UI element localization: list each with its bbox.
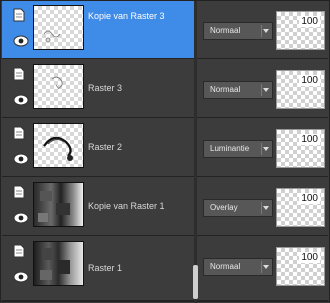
blend-mode-value: Overlay xyxy=(210,203,238,212)
opacity-field[interactable]: 100 xyxy=(276,247,325,286)
opacity-value[interactable]: 100 xyxy=(299,193,320,204)
chevron-down-icon[interactable] xyxy=(263,88,269,92)
layer-doc-icon[interactable] xyxy=(13,67,25,81)
chevron-down-icon[interactable] xyxy=(263,265,269,269)
blend-mode-value: Luminantie xyxy=(210,144,250,153)
eye-icon[interactable] xyxy=(13,35,29,47)
blend-mode-select[interactable]: Normaal xyxy=(203,81,273,99)
layer-name[interactable]: Raster 2 xyxy=(88,119,122,176)
blend-mode-select[interactable]: Luminantie xyxy=(203,140,273,158)
chevron-down-icon[interactable] xyxy=(263,29,269,33)
image-thumbnail xyxy=(38,191,70,222)
layer-doc-icon[interactable] xyxy=(13,8,25,22)
eye-icon[interactable] xyxy=(13,153,29,165)
layer-selection-area[interactable]: Raster 1 xyxy=(2,237,195,300)
opacity-field[interactable]: 100 xyxy=(276,188,325,227)
layer-name[interactable]: Kopie van Raster 1 xyxy=(88,178,165,235)
layer-name[interactable]: Raster 3 xyxy=(88,60,122,117)
chevron-down-icon[interactable] xyxy=(263,147,269,151)
layer-thumbnail[interactable] xyxy=(33,182,84,227)
blend-mode-value: Normaal xyxy=(210,85,241,94)
eye-icon[interactable] xyxy=(13,271,29,283)
layer-thumbnail[interactable] xyxy=(33,5,84,50)
sketch-thumbnail xyxy=(43,30,61,43)
layer-properties: Overlay 100 xyxy=(198,178,328,235)
layer-properties: Normaal 100 xyxy=(198,60,328,117)
layer-thumbnail[interactable] xyxy=(33,64,84,109)
select-separator xyxy=(261,143,262,155)
panel-divider xyxy=(194,1,197,303)
sketch-thumbnail xyxy=(51,76,63,90)
layer-row[interactable]: Kopie van Raster 1 Overlay 100 xyxy=(2,178,328,236)
eye-icon[interactable] xyxy=(13,94,29,106)
layer-doc-icon[interactable] xyxy=(13,185,25,199)
layer-thumbnail[interactable] xyxy=(33,241,84,286)
eye-icon[interactable] xyxy=(13,212,29,224)
layer-row[interactable]: Raster 3 Normaal 100 xyxy=(2,60,328,118)
blend-mode-value: Normaal xyxy=(210,26,241,35)
ring-thumbnail xyxy=(43,136,73,161)
scrollbar-handle[interactable] xyxy=(193,265,198,299)
layer-properties: Luminantie 100 xyxy=(198,119,328,176)
layers-panel: Kopie van Raster 3 Normaal 100 Raster 3 … xyxy=(0,0,330,303)
layer-properties: Normaal 100 xyxy=(198,237,328,294)
layer-selection-area[interactable]: Raster 2 xyxy=(2,119,195,176)
layer-selection-area[interactable]: Kopie van Raster 1 xyxy=(2,178,195,235)
opacity-value[interactable]: 100 xyxy=(299,134,320,145)
layer-row[interactable]: Raster 1 Normaal 100 xyxy=(2,237,328,301)
blend-mode-select[interactable]: Overlay xyxy=(203,199,273,217)
layer-doc-icon[interactable] xyxy=(13,126,25,140)
opacity-field[interactable]: 100 xyxy=(276,11,325,50)
layer-properties: Normaal 100 xyxy=(198,1,328,58)
layer-row[interactable]: Kopie van Raster 3 Normaal 100 xyxy=(2,1,328,59)
select-separator xyxy=(261,25,262,37)
layer-row[interactable]: Raster 2 Luminantie 100 xyxy=(2,119,328,177)
image-thumbnail xyxy=(40,248,70,280)
layer-selection-area[interactable]: Kopie van Raster 3 xyxy=(2,1,195,58)
opacity-field[interactable]: 100 xyxy=(276,70,325,109)
layer-doc-icon[interactable] xyxy=(13,244,25,258)
layer-thumbnail[interactable] xyxy=(33,123,84,168)
blend-mode-value: Normaal xyxy=(210,262,241,271)
select-separator xyxy=(261,261,262,273)
blend-mode-select[interactable]: Normaal xyxy=(203,258,273,276)
opacity-value[interactable]: 100 xyxy=(299,75,320,86)
opacity-value[interactable]: 100 xyxy=(299,252,320,263)
select-separator xyxy=(261,202,262,214)
opacity-field[interactable]: 100 xyxy=(276,129,325,168)
layer-name[interactable]: Kopie van Raster 3 xyxy=(88,1,165,58)
opacity-value[interactable]: 100 xyxy=(299,16,320,27)
chevron-down-icon[interactable] xyxy=(263,206,269,210)
blend-mode-select[interactable]: Normaal xyxy=(203,22,273,40)
layer-name[interactable]: Raster 1 xyxy=(88,237,122,294)
layer-selection-area[interactable]: Raster 3 xyxy=(2,60,195,117)
select-separator xyxy=(261,84,262,96)
